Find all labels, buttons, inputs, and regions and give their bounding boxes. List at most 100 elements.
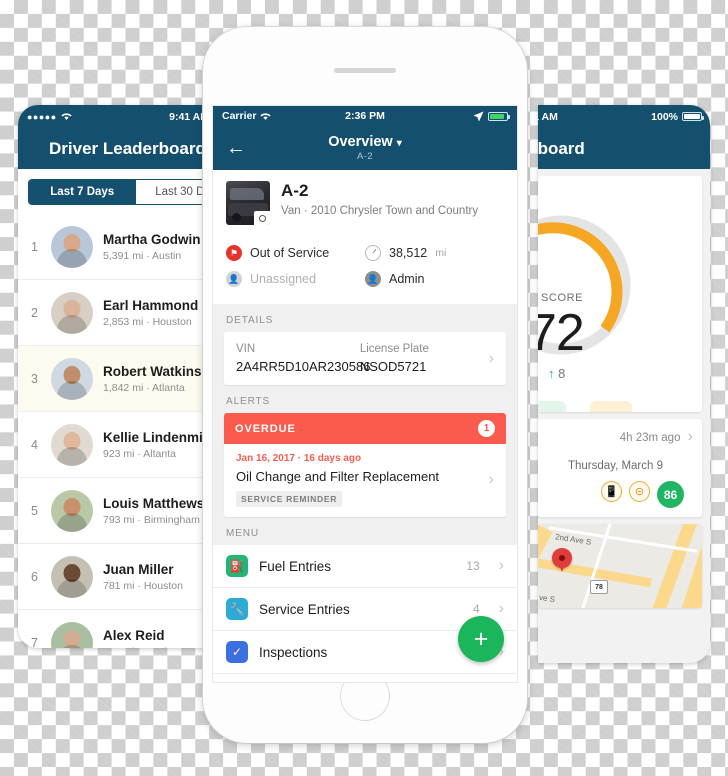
avatar <box>51 423 93 466</box>
chevron-right-icon: › <box>498 557 504 574</box>
metric-hard-braking[interactable]: 0 Hard Braking <box>538 401 574 412</box>
gauge-icon <box>365 245 381 261</box>
driver-meta: 1,842 mi · Atlanta <box>103 381 185 394</box>
center-navbar: ← Overview ▾ A-2 <box>213 126 517 170</box>
menu-item-label: Inspections <box>259 644 328 660</box>
driver-rank: 1 <box>31 239 38 254</box>
metric-phone-usage[interactable]: 13 Phone Usage <box>582 401 640 412</box>
alerts-section-header: ALERTS <box>226 396 271 407</box>
vehicle-name: A-2 <box>281 181 309 200</box>
vehicle-status-label: Out of Service <box>250 246 330 260</box>
driver-row[interactable]: 1 Martha Godwin 5,391 mi · Austin <box>18 214 218 280</box>
vehicle-description: Van · 2010 Chrysler Town and Country <box>281 205 479 217</box>
driver-rank: 5 <box>31 503 38 518</box>
driver-meta: 923 mi · Altanta <box>103 447 176 460</box>
driver-rank: 7 <box>31 635 38 649</box>
menu-item-count: 4 <box>472 602 480 616</box>
avatar <box>51 225 93 268</box>
page-title: Driver Leaderboard <box>49 138 206 158</box>
left-status-bar: ●●●●● 9:41 AM <box>18 105 218 128</box>
trip-score-badge: 86 <box>657 481 684 508</box>
wrench-icon: 🔧 <box>226 598 248 620</box>
wifi-icon <box>61 113 72 120</box>
overview-title-text: Overview <box>328 134 393 150</box>
check-circle-icon: ✓ <box>226 641 248 663</box>
left-phone-leaderboard: ●●●●● 9:41 AM Driver Leaderboard Last 7 … <box>18 105 218 648</box>
dashboard-title: Dashboard <box>538 138 585 158</box>
trip-date: Thursday, March 9 <box>567 460 663 472</box>
driver-row[interactable]: 6 Juan Miller 781 mi · Houston <box>18 544 218 610</box>
driver-name: Juan Miller <box>103 561 174 577</box>
vin-value: 2A4RR5D10AR230586 <box>236 359 371 374</box>
details-section-header: DETAILS <box>226 315 274 326</box>
menu-item-label: Fuel Entries <box>259 558 332 574</box>
flag-icon: ⚑ <box>226 245 242 261</box>
menu-item-label: Service Entries <box>259 601 350 617</box>
driver-name: Martha Godwin <box>103 231 201 247</box>
battery-percent: 100% <box>651 110 678 123</box>
route-shield-icon: 78 <box>590 580 608 594</box>
chevron-down-icon: ▾ <box>396 138 402 149</box>
avatar <box>51 489 93 532</box>
driver-row[interactable]: 5 Louis Matthews 793 mi · Birmingham <box>18 478 218 544</box>
center-phone-device: Carrier 2:36 PM ← Overview ▾ A-2 A-2 Van… <box>203 27 527 743</box>
fuel-pump-icon: ⛽ <box>226 555 248 577</box>
driver-score-card[interactable]: SCORE 72 ↑ 8 0 Hard Braking 13 Phone Usa… <box>538 176 702 412</box>
alert-item[interactable]: Jan 16, 2017 · 16 days ago Oil Change an… <box>224 444 506 517</box>
alert-status-bar: OVERDUE 1 <box>224 413 506 444</box>
driver-rank: 3 <box>31 371 38 386</box>
trip-badges: 📱 ⊝ 86 <box>538 481 693 508</box>
vehicle-header: A-2 Van · 2010 Chrysler Town and Country… <box>213 170 517 304</box>
menu-item-count: 13 <box>466 559 480 573</box>
alert-count-badge: 1 <box>478 420 495 437</box>
admin-person-icon: 👤 <box>365 271 381 287</box>
driver-row[interactable]: 2 Earl Hammond 2,853 mi · Houston <box>18 280 218 346</box>
vehicle-odometer-row: 38,512 mi <box>365 240 504 266</box>
chevron-right-icon: › <box>498 600 504 617</box>
map-street-label-2: ve S <box>538 592 556 605</box>
score-delta: ↑ 8 <box>548 366 565 381</box>
battery-icon <box>682 112 704 121</box>
avatar <box>51 357 93 400</box>
metric-value: 13 <box>590 401 632 412</box>
score-value: 72 <box>538 304 585 362</box>
trip-card[interactable]: 4h 23m ago › Thursday, March 9 📱 ⊝ 86 <box>538 419 702 517</box>
phone-usage-icon: 📱 <box>601 481 622 502</box>
plate-value: NSOD5721 <box>359 359 427 374</box>
menu-section-header: MENU <box>226 528 260 539</box>
vehicle-admin-row: 👤 Admin <box>365 266 504 292</box>
carrier-label: Carrier <box>222 110 257 122</box>
wifi-icon <box>260 112 272 120</box>
battery-icon <box>488 111 510 121</box>
alert-tag: SERVICE REMINDER <box>236 491 343 507</box>
vin-label: VIN <box>236 343 256 355</box>
overview-title[interactable]: Overview ▾ <box>328 134 402 150</box>
left-navbar: Driver Leaderboard <box>18 128 218 169</box>
trip-map[interactable]: 2nd Ave S ve S 78 <box>538 524 702 608</box>
alerts-card[interactable]: OVERDUE 1 Jan 16, 2017 · 16 days ago Oil… <box>224 413 506 517</box>
hard-braking-icon: ⊝ <box>629 481 650 502</box>
driver-row[interactable]: 7 Alex Reid 432 mi · Austin <box>18 610 218 648</box>
avatar <box>51 555 93 598</box>
score-delta-value: 8 <box>558 366 566 381</box>
back-arrow-icon[interactable]: ← <box>226 137 246 160</box>
driver-meta: 432 mi · Austin <box>103 646 172 649</box>
vehicle-operator: Unassigned <box>250 272 317 286</box>
driver-row[interactable]: 4 Kellie Lindenmier 923 mi · Altanta <box>18 412 218 478</box>
odometer-value: 38,512 <box>389 246 428 260</box>
menu-item-fuel-entries[interactable]: ⛽ Fuel Entries 13 › <box>213 545 517 588</box>
tab-last-7-days[interactable]: Last 7 Days <box>29 180 136 204</box>
add-button[interactable]: + <box>458 616 504 662</box>
vehicle-photo[interactable] <box>226 181 270 225</box>
driver-row[interactable]: 3 Robert Watkins 1,842 mi · Atlanta <box>18 346 218 412</box>
trip-timestamp: 4h 23m ago › <box>538 428 693 446</box>
right-navbar: Dashboard <box>538 128 710 169</box>
center-content: A-2 Van · 2010 Chrysler Town and Country… <box>213 170 517 682</box>
details-card[interactable]: VIN 2A4RR5D10AR230586 License Plate NSOD… <box>224 332 506 385</box>
driver-meta: 781 mi · Houston <box>103 579 183 592</box>
right-status-bar: 9:41 AM 100% <box>538 105 710 128</box>
menu-item-issues[interactable]: ! <box>213 674 517 682</box>
plate-label: License Plate <box>359 343 429 355</box>
camera-icon[interactable] <box>254 211 270 225</box>
driver-name: Robert Watkins <box>103 363 202 379</box>
